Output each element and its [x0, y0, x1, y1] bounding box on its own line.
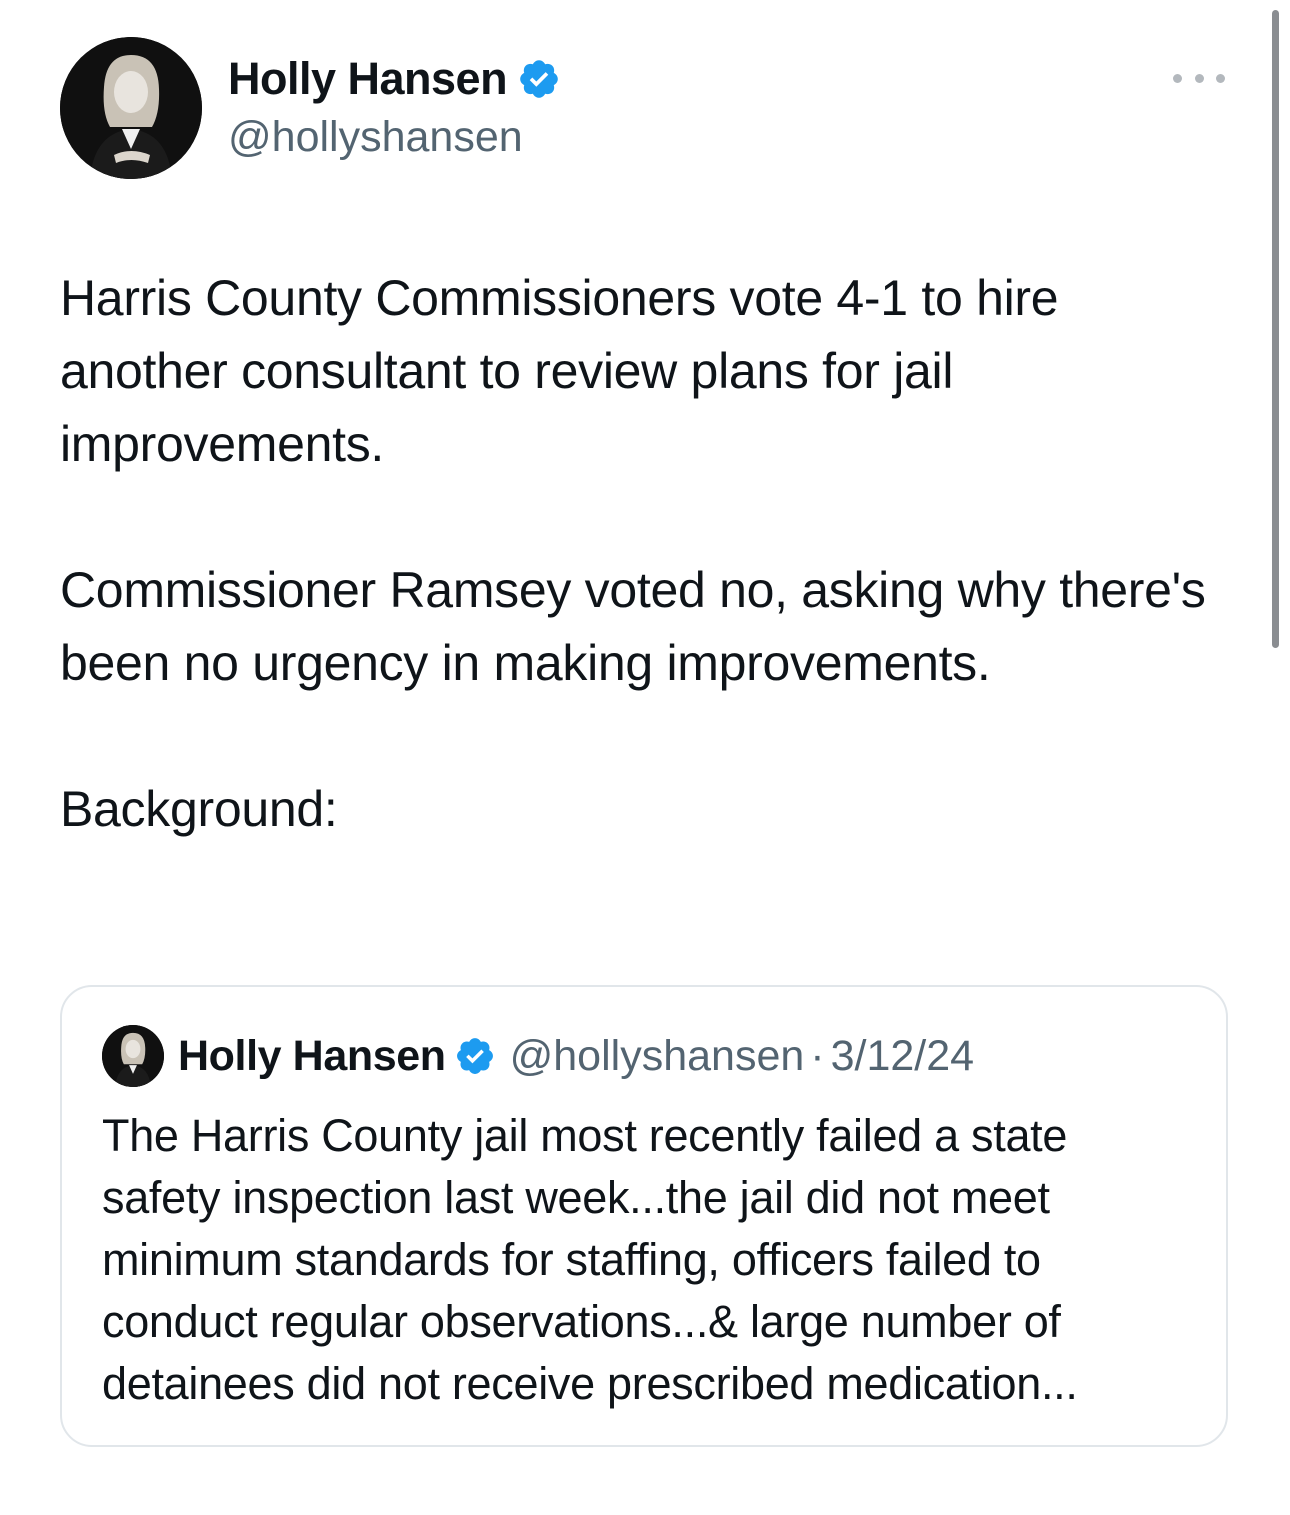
more-options-button[interactable] [1173, 63, 1225, 93]
author-handle[interactable]: @hollyshansen [228, 113, 561, 162]
quoted-author-name[interactable]: Holly Hansen [178, 1032, 446, 1081]
quoted-author-avatar[interactable] [102, 1025, 164, 1087]
tweet-paragraph: Background: [60, 781, 338, 837]
more-horizontal-icon [1173, 73, 1182, 83]
verified-badge-icon [520, 60, 558, 98]
tweet-body: Harris County Commissioners vote 4-1 to … [60, 262, 1230, 846]
author-display-name[interactable]: Holly Hansen [228, 53, 508, 105]
quoted-tweet-header: Holly Hansen @hollyshansen · 3/12/24 [102, 1025, 974, 1087]
quoted-author-handle[interactable]: @hollyshansen [510, 1032, 805, 1081]
tweet-paragraph: Commissioner Ramsey voted no, asking why… [60, 562, 1206, 691]
tweet-paragraph: Harris County Commissioners vote 4-1 to … [60, 270, 1059, 472]
tweet-header: Holly Hansen @hollyshansen [60, 37, 1230, 179]
quoted-tweet-date[interactable]: 3/12/24 [831, 1032, 974, 1081]
quoted-tweet-text: The Harris County jail most recently fai… [102, 1110, 1078, 1409]
dot-separator: · [810, 1031, 825, 1080]
quoted-tweet-card[interactable]: Holly Hansen @hollyshansen · 3/12/24 The… [60, 985, 1228, 1447]
more-horizontal-icon [1216, 73, 1225, 83]
author-info: Holly Hansen @hollyshansen [228, 51, 561, 162]
author-avatar[interactable] [60, 37, 202, 179]
verified-badge-icon [456, 1038, 493, 1074]
more-horizontal-icon [1194, 73, 1204, 83]
scrollbar[interactable] [1272, 10, 1279, 648]
